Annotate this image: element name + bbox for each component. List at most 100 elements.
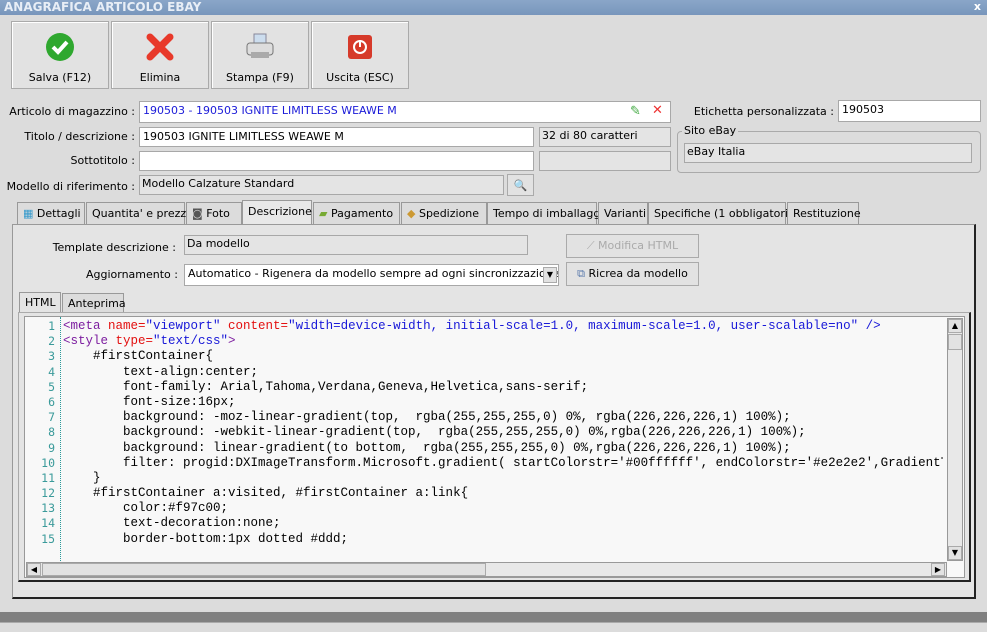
tab-label: Dettagli <box>36 207 81 220</box>
template-field: Da modello <box>184 235 528 255</box>
code-token: #firstContainer{ <box>63 349 214 364</box>
tab-label: Descrizione <box>248 205 312 218</box>
uscita-label: Uscita (ESC) <box>326 71 394 84</box>
scroll-left-arrow-icon[interactable]: ◀ <box>27 563 41 576</box>
power-icon <box>345 32 375 62</box>
search-icon: 🔍 <box>513 179 528 192</box>
modello-search-button[interactable]: 🔍 <box>507 174 534 196</box>
code-line: text-align:center; <box>63 365 943 380</box>
aggiornamento-select[interactable]: Automatico - Rigenera da modello sempre … <box>184 264 559 286</box>
tab-label: Spedizione <box>418 207 480 220</box>
articolo-value: 190503 - 190503 IGNITE LIMITLESS WEAWE M <box>143 104 397 117</box>
calendar-icon: ▦ <box>23 207 34 220</box>
line-number: 3 <box>48 349 55 364</box>
sito-ebay-label: Sito eBay <box>682 124 739 137</box>
code-text[interactable]: <meta name="viewport" content="width=dev… <box>63 319 943 547</box>
subtab-label: Anteprima <box>68 297 126 310</box>
subtab-anteprima[interactable]: Anteprima <box>62 293 126 313</box>
template-label: Template descrizione : <box>52 241 176 254</box>
code-token: <meta <box>63 319 109 333</box>
edit-pencil-icon[interactable]: ✎ <box>630 104 641 119</box>
line-number: 15 <box>41 531 55 546</box>
stampa-label: Stampa (F9) <box>226 71 294 84</box>
articolo-label: Articolo di magazzino : <box>9 105 135 118</box>
code-token: color:#f97c00; <box>63 501 229 516</box>
line-number: 12 <box>41 486 55 501</box>
tab-spedizione[interactable]: ◆ Spedizione <box>401 202 487 224</box>
tab-label: Quantita' e prezzo <box>92 207 193 220</box>
html-code-editor[interactable]: 1 2 3 4 5 6 7 8 9 10 11 12 13 14 15 <meta name="viewpo… <box>24 316 965 578</box>
code-token: text-align:center; <box>63 364 259 379</box>
code-token: background: -moz-linear-gradient(top, rg… <box>63 410 791 425</box>
stampa-button[interactable]: Stampa (F9) <box>211 21 309 89</box>
tab-label: Foto <box>206 207 230 220</box>
articolo-field[interactable]: 190503 - 190503 IGNITE LIMITLESS WEAWE M <box>139 101 671 123</box>
elimina-label: Elimina <box>139 71 181 84</box>
salva-button[interactable]: Salva (F12) <box>11 21 109 89</box>
tab-dettagli[interactable]: ▦ Dettagli <box>17 202 85 224</box>
chevron-down-icon[interactable]: ▼ <box>543 267 557 283</box>
tab-tempo-imballaggio[interactable]: Tempo di imballaggio <box>487 202 610 224</box>
vertical-scrollbar[interactable] <box>947 318 963 561</box>
ricrea-button[interactable]: ⧉ Ricrea da modello <box>566 262 699 286</box>
line-number: 8 <box>48 425 55 440</box>
code-token: "viewport" <box>145 319 229 333</box>
line-number: 7 <box>48 410 55 425</box>
code-line: background: linear-gradient(to bottom, r… <box>63 441 943 456</box>
scroll-right-arrow-icon[interactable]: ▶ <box>931 563 945 576</box>
tab-foto[interactable]: ◙ Foto <box>186 202 242 224</box>
titolo-field[interactable]: 190503 IGNITE LIMITLESS WEAWE M <box>139 127 534 147</box>
sottotitolo-field[interactable] <box>139 151 534 171</box>
line-number: 10 <box>41 455 55 470</box>
tab-varianti[interactable]: Varianti <box>598 202 648 224</box>
tab-descrizione[interactable]: Descrizione <box>242 200 312 224</box>
aggiornamento-value: Automatico - Rigenera da modello sempre … <box>188 267 559 280</box>
code-token: name= <box>108 319 146 333</box>
window-title-bar: ANAGRAFICA ARTICOLO EBAY <box>0 0 987 15</box>
scroll-up-arrow-icon[interactable]: ▲ <box>948 319 962 333</box>
code-line: font-family: Arial,Tahoma,Verdana,Geneva… <box>63 380 943 395</box>
window-title: ANAGRAFICA ARTICOLO EBAY <box>4 0 202 14</box>
aggiornamento-label: Aggiornamento : <box>85 268 178 281</box>
sottotitolo-counter <box>539 151 671 171</box>
code-token: type= <box>115 334 154 349</box>
etichetta-field[interactable]: 190503 <box>838 100 981 122</box>
code-token: font-family: Arial,Tahoma,Verdana,Geneva… <box>63 379 589 394</box>
tab-label: Varianti <box>604 207 647 220</box>
elimina-button[interactable]: Elimina <box>111 21 209 89</box>
line-number: 2 <box>48 334 55 349</box>
code-token: border-bottom:1px dotted #ddd; <box>63 531 349 546</box>
code-token: background: -webkit-linear-gradient(top,… <box>63 425 806 440</box>
titolo-label: Titolo / descrizione : <box>24 130 135 143</box>
code-line: } <box>63 471 943 486</box>
subtab-html[interactable]: HTML <box>19 292 61 313</box>
code-line: #firstContainer a:visited, #firstContain… <box>63 486 943 501</box>
code-token: font-size:16px; <box>63 394 236 409</box>
scroll-down-arrow-icon[interactable]: ▼ <box>948 546 962 560</box>
code-line: text-decoration:none; <box>63 516 943 531</box>
close-window-button[interactable]: x <box>974 0 981 13</box>
modifica-html-button[interactable]: ⟋ Modifica HTML <box>566 234 699 258</box>
tab-specifiche[interactable]: Specifiche (1 obbligatorie) <box>648 202 799 224</box>
code-token: background: linear-gradient(to bottom, r… <box>63 440 791 455</box>
progress-bar <box>0 612 987 622</box>
code-line: <meta name="viewport" content="width=dev… <box>63 319 943 334</box>
tab-restituzione[interactable]: Restituzione <box>787 202 861 224</box>
horizontal-scroll-thumb[interactable] <box>42 563 486 576</box>
titolo-counter: 32 di 80 caratteri <box>539 127 671 147</box>
code-line: <style type="text/css"> <box>63 334 943 349</box>
vertical-scroll-thumb[interactable] <box>948 334 962 350</box>
uscita-button[interactable]: Uscita (ESC) <box>311 21 409 89</box>
tab-quantita[interactable]: Quantita' e prezzo <box>86 202 193 224</box>
shipping-icon: ◆ <box>407 207 416 220</box>
code-token: #firstContainer a:visited, #firstContain… <box>63 486 469 501</box>
code-line: filter: progid:DXImageTransform.Microsof… <box>63 456 943 471</box>
code-token: text-decoration:none; <box>63 516 281 531</box>
modifica-html-label: Modifica HTML <box>598 239 679 252</box>
line-number: 13 <box>41 501 55 516</box>
tab-pagamento[interactable]: ▰ Pagamento <box>313 202 400 224</box>
ricrea-label: Ricrea da modello <box>588 267 688 280</box>
tab-label: Restituzione <box>793 207 861 220</box>
line-number: 4 <box>48 364 55 379</box>
subtab-label: HTML <box>25 296 56 309</box>
